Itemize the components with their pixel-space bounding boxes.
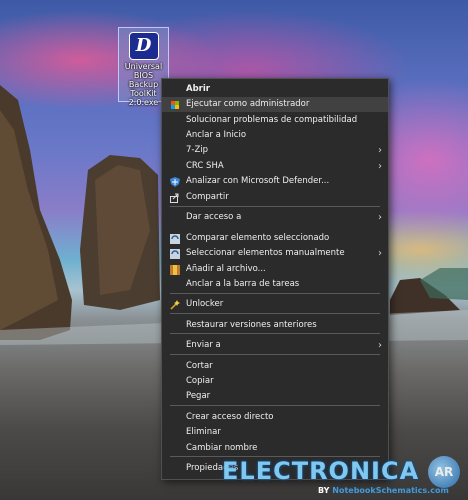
menu-item-label: Seleccionar elementos manualmente [186,248,345,258]
menu-item-compartir[interactable]: Compartir [162,190,388,205]
chevron-right-icon: › [378,212,382,223]
menu-item-label: Copiar [186,376,214,386]
shield-icon [170,100,180,109]
menu-item-dar-acceso-a[interactable]: Dar acceso a › [162,210,388,225]
menu-item-solucionar-problemas-de-compatibilidad[interactable]: Solucionar problemas de compatibilidad [162,113,388,128]
menu-item-label: Dar acceso a [186,212,242,222]
menu-separator [170,405,380,406]
menu-item-seleccionar-elementos-manualmente[interactable]: Seleccionar elementos manualmente › [162,246,388,261]
menu-item-label: Compartir [186,192,229,202]
menu-item-crc-sha[interactable]: CRC SHA › [162,159,388,174]
menu-item-cortar[interactable]: Cortar [162,359,388,374]
menu-item-label: Eliminar [186,427,221,437]
menu-item-label: Unlocker [186,299,224,309]
watermark-subtext: BY NotebookSchematics.com [318,486,449,496]
menu-item-unlocker[interactable]: Unlocker [162,297,388,312]
menu-item-analizar-con-microsoft-defender[interactable]: Analizar con Microsoft Defender... [162,174,388,189]
menu-item-anclar-a-inicio[interactable]: Anclar a Inicio [162,128,388,143]
compare-icon [170,234,180,244]
desktop: D Universal BIOS Backup ToolKit 2.0.exe … [0,0,468,500]
watermark-logo: AR [428,456,460,488]
menu-item-enviar-a[interactable]: Enviar a › [162,338,388,353]
chevron-right-icon: › [378,340,382,351]
menu-item-anclar-a-la-barra-de-tareas[interactable]: Anclar a la barra de tareas [162,277,388,292]
menu-item-label: Crear acceso directo [186,412,274,422]
menu-item-añadir-al-archivo[interactable]: Añadir al archivo... [162,262,388,277]
compare-icon [170,249,180,259]
defender-icon [170,177,180,187]
menu-separator [170,333,380,334]
menu-item-label: Restaurar versiones anteriores [186,320,317,330]
menu-separator [170,293,380,294]
menu-item-pegar[interactable]: Pegar [162,389,388,404]
chevron-right-icon: › [378,145,382,156]
menu-item-ejecutar-como-administrador[interactable]: Ejecutar como administrador [162,97,388,112]
menu-item-label: Ejecutar como administrador [186,99,310,109]
menu-item-label: Solucionar problemas de compatibilidad [186,115,358,125]
menu-item-label: Anclar a Inicio [186,130,247,140]
menu-item-label: Comparar elemento seleccionado [186,233,330,243]
watermark-text: ELECTRONICA [222,457,420,485]
menu-item-abrir[interactable]: Abrir [162,82,388,97]
watermark-by: BY [318,486,330,495]
menu-item-label: 7-Zip [186,145,209,155]
menu-item-label: Añadir al archivo... [186,264,266,274]
context-menu: Abrir Ejecutar como administrador Solucion… [161,78,389,480]
watermark-site: NotebookSchematics.com [332,486,449,495]
chevron-right-icon: › [378,161,382,172]
menu-separator [170,206,380,207]
menu-item-restaurar-versiones-anteriores[interactable]: Restaurar versiones anteriores [162,318,388,333]
menu-item-label: Enviar a [186,340,221,350]
menu-item-crear-acceso-directo[interactable]: Crear acceso directo [162,410,388,425]
menu-item-comparar-elemento-seleccionado[interactable]: Comparar elemento seleccionado [162,231,388,246]
menu-item-7-zip[interactable]: 7-Zip › [162,143,388,158]
menu-separator [170,313,380,314]
menu-item-eliminar[interactable]: Eliminar [162,425,388,440]
menu-item-label: Abrir [186,84,210,94]
watermark: ELECTRONICA BY NotebookSchematics.com AR [222,452,468,500]
menu-item-label: Cortar [186,361,213,371]
menu-item-copiar[interactable]: Copiar [162,374,388,389]
chevron-right-icon: › [378,248,382,259]
menu-item-label: CRC SHA [186,161,224,171]
share-icon [170,193,180,203]
menu-item-label: Analizar con Microsoft Defender... [186,176,330,186]
menu-item-label: Pegar [186,391,211,401]
menu-item-label: Anclar a la barra de tareas [186,279,300,289]
archive-icon [170,265,180,275]
wand-icon [170,300,180,310]
menu-separator [170,354,380,355]
app-icon: D [128,32,159,60]
